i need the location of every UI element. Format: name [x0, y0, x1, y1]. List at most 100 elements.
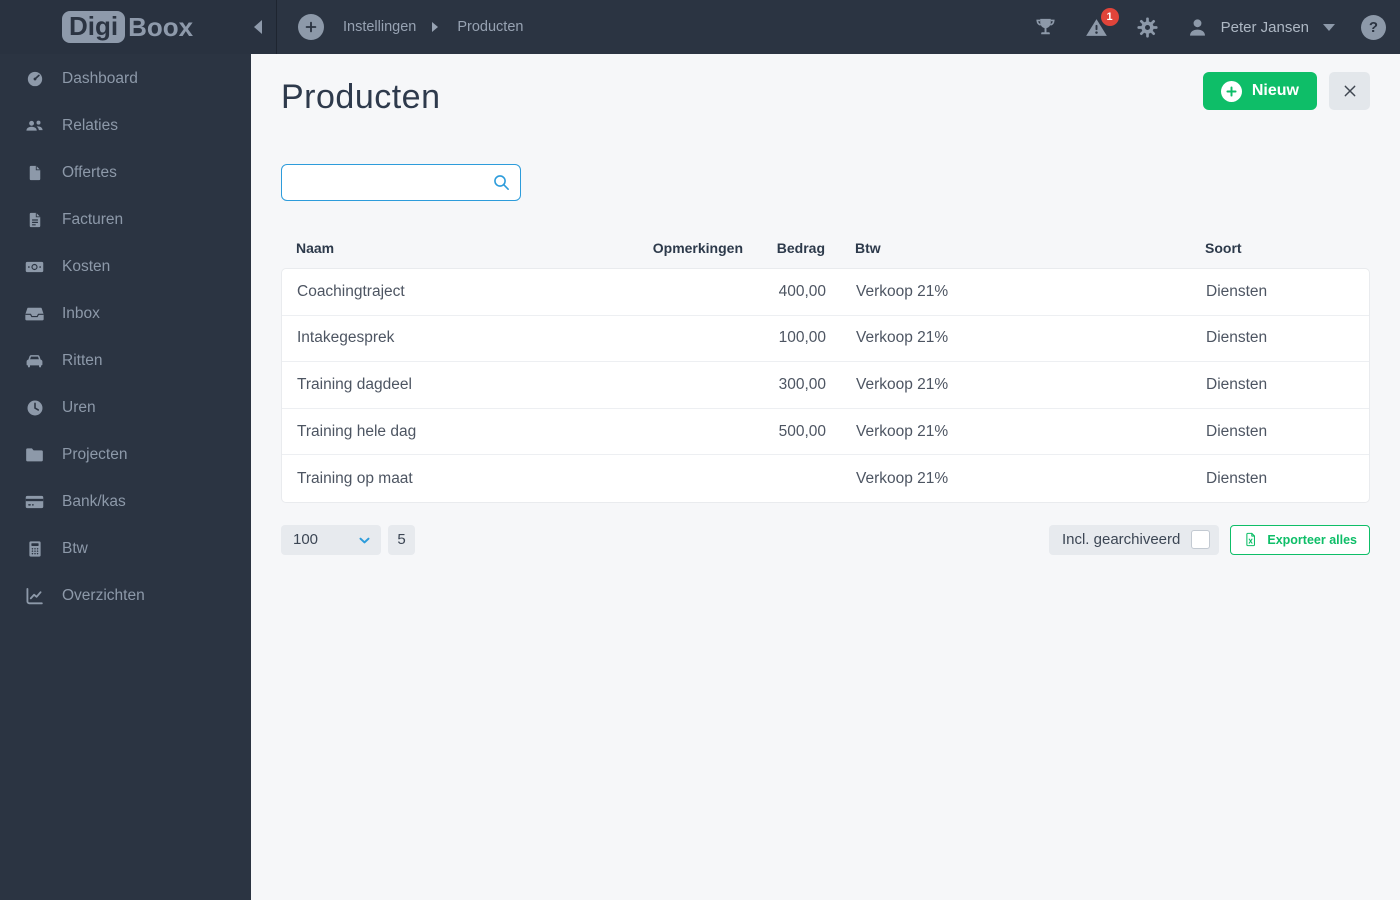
brand-logo[interactable]: Digi Boox — [0, 0, 277, 54]
head-actions: Nieuw — [1202, 72, 1370, 110]
user-menu-caret-icon[interactable] — [1323, 23, 1335, 31]
cell-soort: Diensten — [1206, 282, 1268, 300]
sidebar-item-inbox[interactable]: Inbox — [0, 290, 251, 337]
car-icon — [24, 351, 45, 371]
sidebar-item-offertes[interactable]: Offertes — [0, 149, 251, 196]
table-row[interactable]: Training op maat Verkoop 21% Diensten — [282, 455, 1369, 502]
cell-btw: Verkoop 21% — [856, 329, 949, 347]
users-icon — [24, 116, 45, 136]
plus-icon — [1220, 80, 1242, 102]
new-product-button[interactable]: Nieuw — [1202, 72, 1317, 110]
archived-label: Incl. gearchiveerd — [1061, 531, 1181, 549]
table-row[interactable]: Intakegesprek 100,00 Verkoop 21% Dienste… — [282, 316, 1369, 363]
gauge-icon — [24, 69, 45, 89]
cell-bedrag: 300,00 — [778, 375, 826, 393]
sidebar-item-ritten[interactable]: Ritten — [0, 337, 251, 384]
export-all-button[interactable]: Exporteer alles — [1230, 524, 1370, 555]
column-header-opmerkingen[interactable]: Opmerkingen — [632, 240, 743, 256]
chart-line-icon — [24, 586, 45, 606]
result-count-badge: 5 — [388, 524, 415, 555]
cell-naam: Coachingtraject — [297, 282, 405, 300]
archived-filter: Incl. gearchiveerd — [1048, 524, 1220, 555]
money-icon — [24, 257, 45, 277]
cell-btw: Verkoop 21% — [856, 375, 949, 393]
excel-file-icon — [1246, 533, 1256, 547]
folder-icon — [24, 445, 45, 465]
cell-soort: Diensten — [1206, 329, 1268, 347]
credit-card-icon — [24, 492, 45, 512]
cell-soort: Diensten — [1206, 422, 1268, 440]
sidebar-label: Uren — [62, 398, 96, 416]
sidebar-item-facturen[interactable]: Facturen — [0, 196, 251, 243]
user-name[interactable]: Peter Jansen — [1221, 19, 1309, 36]
page-size-select[interactable]: 100 — [281, 524, 381, 555]
archived-checkbox[interactable] — [1191, 530, 1211, 550]
column-header-btw[interactable]: Btw — [825, 240, 1175, 256]
main-content: Producten Nieuw Naam Opmerkingen Bedrag … — [251, 54, 1400, 900]
sidebar-item-uren[interactable]: Uren — [0, 384, 251, 431]
notifications-warning-icon[interactable]: 1 — [1084, 7, 1119, 39]
table-header-row: Naam Opmerkingen Bedrag Btw Soort — [281, 237, 1370, 259]
list-footer: 100 5 Incl. gearchiveerd Exporteer alles — [281, 524, 1370, 555]
cell-soort: Diensten — [1206, 469, 1268, 487]
quick-add-button[interactable] — [298, 14, 324, 40]
gear-icon[interactable] — [1136, 16, 1159, 39]
sidebar-label: Bank/kas — [62, 492, 126, 510]
sidebar-collapse-icon[interactable] — [254, 20, 262, 34]
logo-boox: Boox — [128, 11, 194, 42]
sidebar-label: Dashboard — [62, 69, 138, 87]
table-row[interactable]: Coachingtraject 400,00 Verkoop 21% Diens… — [282, 269, 1369, 316]
topbar: Digi Boox Instellingen Producten 1 Peter… — [0, 0, 1400, 54]
sidebar-item-relaties[interactable]: Relaties — [0, 102, 251, 149]
breadcrumb: Instellingen Producten — [298, 14, 523, 40]
sidebar-item-overzichten[interactable]: Overzichten — [0, 572, 251, 619]
cell-bedrag: 400,00 — [778, 282, 826, 300]
sidebar-label: Facturen — [62, 210, 124, 228]
sidebar-label: Kosten — [62, 257, 111, 275]
logo-digi: Digi — [62, 10, 126, 44]
trophy-icon[interactable] — [1034, 16, 1057, 39]
help-icon[interactable]: ? — [1361, 14, 1386, 40]
table-row[interactable]: Training dagdeel 300,00 Verkoop 21% Dien… — [282, 362, 1369, 409]
cell-naam: Training op maat — [297, 469, 413, 487]
cell-btw: Verkoop 21% — [856, 422, 949, 440]
topbar-actions: 1 Peter Jansen ? — [1007, 7, 1400, 40]
calculator-icon — [24, 539, 45, 559]
breadcrumb-item-producten[interactable]: Producten — [457, 19, 523, 35]
search-wrap — [281, 164, 521, 201]
new-button-label: Nieuw — [1251, 82, 1299, 99]
plus-icon — [305, 21, 317, 33]
close-icon — [1344, 85, 1355, 97]
cell-btw: Verkoop 21% — [856, 469, 949, 487]
sidebar-label: Projecten — [62, 445, 128, 463]
sidebar-label: Ritten — [62, 351, 103, 369]
footer-right: Incl. gearchiveerd Exporteer alles — [1048, 524, 1370, 555]
sidebar-label: Inbox — [62, 304, 100, 322]
close-button[interactable] — [1329, 72, 1370, 110]
column-header-naam[interactable]: Naam — [281, 240, 632, 256]
sidebar-label: Offertes — [62, 163, 117, 181]
sidebar-item-dashboard[interactable]: Dashboard — [0, 55, 251, 102]
cell-soort: Diensten — [1206, 375, 1268, 393]
sidebar-item-projecten[interactable]: Projecten — [0, 431, 251, 478]
sidebar-item-btw[interactable]: Btw — [0, 525, 251, 572]
export-label: Exporteer alles — [1267, 532, 1357, 547]
user-avatar-icon[interactable] — [1186, 16, 1209, 39]
breadcrumb-separator-icon — [432, 22, 439, 32]
breadcrumb-item-instellingen[interactable]: Instellingen — [343, 19, 416, 35]
column-header-bedrag[interactable]: Bedrag — [743, 240, 825, 256]
cell-bedrag: 500,00 — [778, 422, 826, 440]
column-header-soort[interactable]: Soort — [1175, 240, 1370, 256]
page-size-value: 100 — [293, 531, 319, 549]
file-icon — [24, 163, 45, 183]
table-row[interactable]: Training hele dag 500,00 Verkoop 21% Die… — [282, 409, 1369, 456]
inbox-icon — [24, 304, 45, 324]
cell-btw: Verkoop 21% — [856, 282, 949, 300]
sidebar-item-bankkas[interactable]: Bank/kas — [0, 478, 251, 525]
invoice-icon — [24, 210, 45, 230]
sidebar-item-kosten[interactable]: Kosten — [0, 243, 251, 290]
search-input[interactable] — [281, 164, 521, 201]
cell-bedrag: 100,00 — [778, 329, 826, 347]
chevron-down-icon — [357, 533, 372, 553]
clock-icon — [24, 398, 45, 418]
